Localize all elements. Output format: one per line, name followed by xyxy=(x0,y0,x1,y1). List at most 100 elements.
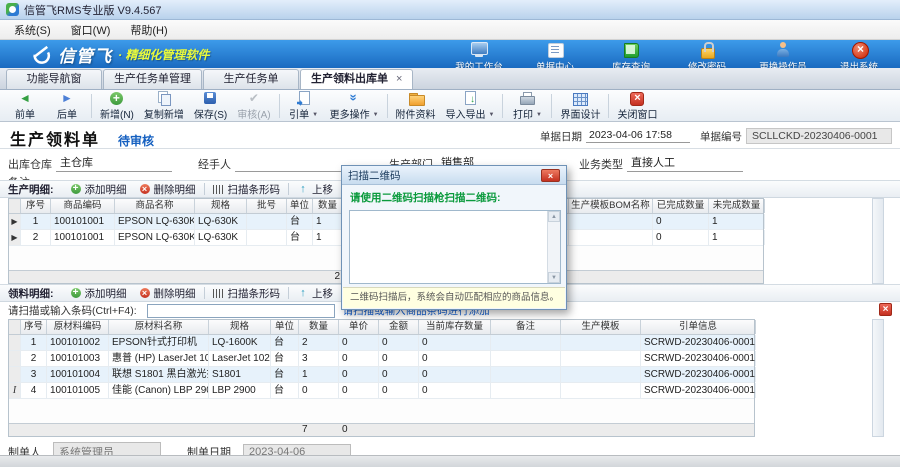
column-header[interactable]: 单位 xyxy=(271,320,299,334)
cell-ref-doc: SCRWD-20230406-0001 xyxy=(641,367,756,382)
doc-date-value[interactable]: 2023-04-06 17:58 xyxy=(586,129,690,143)
cell-name: EPSON LQ-630K xyxy=(115,214,195,229)
menubar: 系统(S) 窗口(W) 帮助(H) xyxy=(0,20,900,40)
cell-spec: LBP 2900 xyxy=(209,383,271,398)
save-button[interactable]: 保存(S) xyxy=(189,90,232,121)
column-header[interactable]: 未完成数量 xyxy=(709,199,765,213)
toolbar-separator xyxy=(502,94,503,118)
close-window-button[interactable]: 关闭窗口 xyxy=(612,90,662,121)
add-button[interactable]: 新增(N) xyxy=(95,90,139,121)
prod-add-row-button[interactable]: 添加明细 xyxy=(64,182,133,197)
column-header[interactable]: 批号 xyxy=(247,199,287,213)
table-row[interactable]: 1 100101002 EPSON针式打印机 LQ-1600K 台 2 0 0 … xyxy=(9,335,754,351)
mat-delete-row-button[interactable]: 删除明细 xyxy=(133,286,202,301)
next-doc-icon xyxy=(59,91,75,106)
tab-task-order[interactable]: 生产任务单 xyxy=(203,69,299,89)
column-header[interactable]: 商品名称 xyxy=(115,199,195,213)
cell-name: 联想 S1801 黑白激光打印机 xyxy=(109,367,209,382)
cell-spec: LQ-630K xyxy=(195,230,247,245)
mat-add-row-button[interactable]: 添加明细 xyxy=(64,286,133,301)
toolbar-separator xyxy=(279,94,280,118)
column-header[interactable]: 备注 xyxy=(491,320,561,334)
prod-delete-row-button[interactable]: 删除明细 xyxy=(133,182,202,197)
tab-close-icon[interactable]: × xyxy=(396,73,402,85)
cell-qty: 0 xyxy=(299,383,339,398)
prev-doc-icon xyxy=(17,91,33,106)
cell-code: 100101001 xyxy=(51,230,115,245)
cell-spec: S1801 xyxy=(209,367,271,382)
warehouse-field[interactable]: 主仓库 xyxy=(56,154,172,172)
column-header[interactable]: 生产模板BOM名称 xyxy=(569,199,653,213)
column-header[interactable]: 序号 xyxy=(21,320,47,334)
menu-system[interactable]: 系统(S) xyxy=(4,20,61,40)
attachment-button[interactable]: 附件资料 xyxy=(391,90,441,121)
material-table-scrollbar[interactable] xyxy=(872,319,884,437)
switch-user-icon xyxy=(771,42,795,58)
column-header[interactable]: 已完成数量 xyxy=(653,199,709,213)
more-actions-button[interactable]: 更多操作 xyxy=(325,90,384,121)
qrcode-textarea[interactable] xyxy=(350,211,560,283)
prod-total-qty: 2 xyxy=(313,271,343,283)
menu-window[interactable]: 窗口(W) xyxy=(61,20,121,40)
cell-name: EPSON针式打印机 xyxy=(109,335,209,350)
cell-price: 0 xyxy=(339,367,379,382)
table-empty-area xyxy=(9,399,754,423)
prod-move-up-button[interactable]: 上移 xyxy=(291,182,339,197)
audit-button[interactable]: 审核(A) xyxy=(232,90,275,121)
scroll-down-icon[interactable]: ▼ xyxy=(548,272,560,283)
column-header[interactable]: 引单信息 xyxy=(641,320,756,334)
tab-label: 生产领料出库单 xyxy=(311,73,388,85)
table-row[interactable]: 2 100101003 惠普 (HP) LaserJet 1020 LaserJ… xyxy=(9,351,754,367)
next-doc-button[interactable]: 后单 xyxy=(46,90,88,121)
cell-unit: 台 xyxy=(287,214,313,229)
print-button[interactable]: 打印 xyxy=(506,90,548,121)
scroll-up-icon[interactable]: ▲ xyxy=(548,211,560,222)
brand-name: 信管飞 xyxy=(58,42,112,67)
column-header[interactable]: 数量 xyxy=(299,320,339,334)
import-export-button[interactable]: 导入导出 xyxy=(441,90,500,121)
table-row[interactable]: 3 100101004 联想 S1801 黑白激光打印机 S1801 台 1 0… xyxy=(9,367,754,383)
documents-icon xyxy=(543,42,567,58)
tab-function-nav[interactable]: 功能导航窗 xyxy=(6,69,102,89)
column-header[interactable]: 商品编码 xyxy=(51,199,115,213)
column-header[interactable]: 生产模板 xyxy=(561,320,641,334)
cell-ref-doc: SCRWD-20230406-0001 xyxy=(641,383,756,398)
prod-table-scrollbar[interactable] xyxy=(872,198,884,284)
column-header[interactable]: 原材料编码 xyxy=(47,320,109,334)
column-header[interactable]: 规格 xyxy=(209,320,271,334)
barcode-input[interactable] xyxy=(147,304,335,318)
column-header[interactable]: 数量 xyxy=(313,199,343,213)
ui-design-button[interactable]: 界面设计 xyxy=(555,90,605,121)
column-header[interactable]: 原材料名称 xyxy=(109,320,209,334)
row-indicator xyxy=(9,335,21,350)
table-row[interactable]: I 4 100101005 佳能 (Canon) LBP 2900+ 黑白激 L… xyxy=(9,383,754,399)
application-window: 信管飞RMS专业版 V9.4.567 系统(S) 窗口(W) 帮助(H) 信管飞… xyxy=(0,0,900,467)
tab-material-outbound[interactable]: 生产领料出库单 × xyxy=(300,69,413,89)
cell-template xyxy=(561,351,641,366)
copy-add-button[interactable]: 复制新增 xyxy=(139,90,189,121)
scan-qrcode-dialog: 扫描二维码 × 请使用二维码扫描枪扫描二维码: ▲▼ 二维码扫描后，系统会自动匹… xyxy=(341,165,567,310)
textarea-scrollbar[interactable]: ▲▼ xyxy=(547,211,560,283)
tab-task-manage[interactable]: 生产任务单管理 xyxy=(103,69,202,89)
menu-help[interactable]: 帮助(H) xyxy=(120,20,177,40)
column-header[interactable]: 金额 xyxy=(379,320,419,334)
barcode-icon xyxy=(213,289,225,298)
main-toolbar: 前单 后单 新增(N) 复制新增 保存(S) 审核(A) 引单 更多操作 附件资… xyxy=(0,90,900,122)
prev-doc-button[interactable]: 前单 xyxy=(4,90,46,121)
mat-scan-barcode-button[interactable]: 扫描条形码 xyxy=(207,286,287,301)
column-header[interactable]: 单位 xyxy=(287,199,313,213)
column-header[interactable]: 当前库存数量 xyxy=(419,320,491,334)
ref-doc-button[interactable]: 引单 xyxy=(283,90,325,121)
mat-move-up-button[interactable]: 上移 xyxy=(291,286,339,301)
column-header[interactable]: 序号 xyxy=(21,199,51,213)
column-header[interactable]: 单价 xyxy=(339,320,379,334)
copy-add-icon xyxy=(156,91,172,106)
prod-scan-barcode-button[interactable]: 扫描条形码 xyxy=(207,182,287,197)
row-indicator: ▶ xyxy=(9,230,21,245)
cell-unit: 台 xyxy=(271,383,299,398)
scan-bar-close-icon[interactable]: × xyxy=(879,303,892,316)
print-icon xyxy=(519,91,535,106)
dialog-close-icon[interactable]: × xyxy=(541,169,560,182)
biztype-field[interactable]: 直接人工 xyxy=(627,154,743,172)
column-header[interactable]: 规格 xyxy=(195,199,247,213)
